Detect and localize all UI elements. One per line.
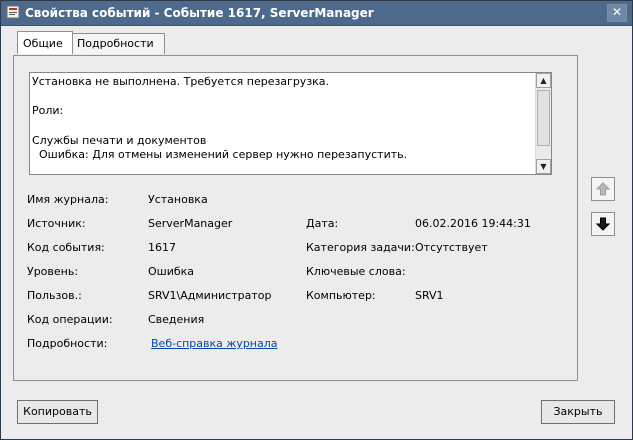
event-id-value: 1617 xyxy=(148,241,176,254)
description-box[interactable]: Установка не выполнена. Требуется переза… xyxy=(29,72,552,175)
source-value: ServerManager xyxy=(148,217,233,230)
description-line xyxy=(32,90,537,105)
title-bar[interactable]: Свойства событий - Событие 1617, ServerM… xyxy=(1,1,632,26)
scroll-down-button[interactable]: ▼ xyxy=(536,159,551,174)
computer-value: SRV1 xyxy=(415,289,444,302)
previous-event-button[interactable] xyxy=(591,177,615,201)
scroll-thumb[interactable] xyxy=(537,90,550,146)
description-scrollbar[interactable]: ▲ ▼ xyxy=(535,73,551,174)
arrow-up-icon xyxy=(595,182,611,196)
source-label: Источник: xyxy=(27,217,86,230)
task-category-label: Категория задачи: xyxy=(306,241,415,254)
event-viewer-icon xyxy=(6,5,20,19)
more-info-label: Подробности: xyxy=(27,337,108,350)
event-properties-window: Свойства событий - Событие 1617, ServerM… xyxy=(0,0,633,440)
event-id-label: Код события: xyxy=(27,241,105,254)
user-value: SRV1\Администратор xyxy=(148,289,272,302)
description-line: Службы печати и документов xyxy=(32,133,207,147)
log-name-value: Установка xyxy=(148,193,208,206)
description-line xyxy=(32,119,537,134)
description-line: Ошибка: Для отмены изменений сервер нужн… xyxy=(32,148,408,162)
tab-general[interactable]: Общие xyxy=(17,31,73,54)
date-label: Дата: xyxy=(306,217,339,230)
general-panel: Установка не выполнена. Требуется переза… xyxy=(13,55,578,381)
computer-label: Компьютер: xyxy=(306,289,376,302)
window-close-button[interactable]: ✕ xyxy=(607,4,627,22)
arrow-down-icon xyxy=(595,217,611,231)
level-value: Ошибка xyxy=(148,265,195,278)
next-event-button[interactable] xyxy=(591,212,615,236)
description-line: Роли: xyxy=(32,104,64,118)
copy-button[interactable]: Копировать xyxy=(17,400,98,424)
task-category-value: Отсутствует xyxy=(415,241,488,254)
window-title: Свойства событий - Событие 1617, ServerM… xyxy=(25,6,374,20)
user-label: Пользов.: xyxy=(27,289,82,302)
event-log-online-help-link[interactable]: Веб-справка журнала xyxy=(151,337,278,350)
scroll-up-button[interactable]: ▲ xyxy=(536,73,551,88)
keywords-label: Ключевые слова: xyxy=(306,265,406,278)
tab-details[interactable]: Подробности xyxy=(71,33,165,54)
log-name-label: Имя журнала: xyxy=(27,193,109,206)
date-value: 06.02.2016 19:44:31 xyxy=(415,217,531,230)
description-text: Установка не выполнена. Требуется переза… xyxy=(32,75,537,163)
close-button[interactable]: Закрыть xyxy=(541,400,615,424)
opcode-label: Код операции: xyxy=(27,313,113,326)
level-label: Уровень: xyxy=(27,265,79,278)
opcode-value: Сведения xyxy=(148,313,205,326)
description-line: Установка не выполнена. Требуется переза… xyxy=(32,75,330,88)
